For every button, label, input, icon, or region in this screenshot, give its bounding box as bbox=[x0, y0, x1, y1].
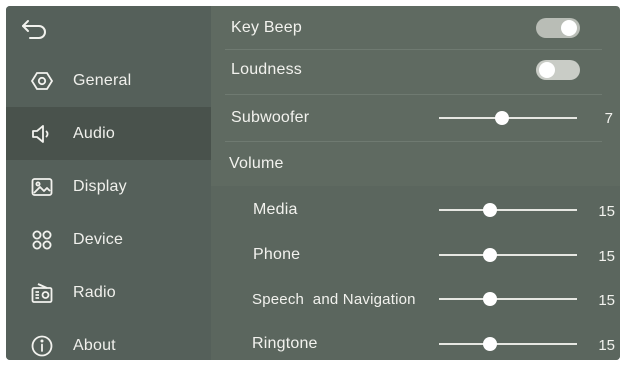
device-icon bbox=[30, 228, 54, 252]
subwoofer-label: Subwoofer bbox=[231, 109, 310, 126]
divider bbox=[225, 141, 602, 142]
ringtone-volume-value: 15 bbox=[598, 337, 615, 354]
sidebar: General Audio Display Device Radio About bbox=[6, 6, 211, 360]
sidebar-item-label: About bbox=[73, 336, 116, 354]
slider-thumb[interactable] bbox=[483, 337, 498, 351]
radio-icon bbox=[30, 281, 54, 305]
speech-navigation-volume-slider[interactable] bbox=[439, 291, 577, 307]
sidebar-item-audio[interactable]: Audio bbox=[6, 107, 211, 160]
sidebar-item-label: Audio bbox=[73, 124, 115, 142]
settings-window: General Audio Display Device Radio About… bbox=[6, 6, 620, 360]
slider-thumb[interactable] bbox=[483, 248, 498, 262]
volume-heading-row: Volume bbox=[211, 150, 620, 178]
slider-thumb[interactable] bbox=[483, 203, 498, 217]
picture-icon bbox=[30, 175, 54, 199]
speaker-icon bbox=[30, 122, 54, 146]
back-arrow-icon bbox=[20, 18, 50, 45]
toggle-knob bbox=[539, 62, 555, 78]
slider-track bbox=[439, 209, 577, 211]
media-volume-value: 15 bbox=[598, 203, 615, 220]
toggle-knob bbox=[561, 20, 577, 36]
sidebar-item-label: Radio bbox=[73, 283, 116, 301]
info-icon bbox=[30, 334, 54, 358]
speech-navigation-label: Speech and Navigation bbox=[252, 290, 416, 308]
divider bbox=[225, 49, 602, 50]
phone-volume-value: 15 bbox=[598, 248, 615, 265]
phone-volume-slider[interactable] bbox=[439, 247, 577, 263]
media-volume-slider[interactable] bbox=[439, 202, 577, 218]
audio-settings-panel: Key Beep Loudness Subwoofer 7 Volume Med… bbox=[211, 6, 620, 360]
ringtone-label: Ringtone bbox=[252, 335, 318, 352]
divider bbox=[225, 94, 602, 95]
media-label: Media bbox=[253, 201, 298, 218]
slider-thumb[interactable] bbox=[495, 111, 510, 125]
sidebar-item-label: Display bbox=[73, 177, 127, 195]
ringtone-volume-slider[interactable] bbox=[439, 336, 577, 352]
sidebar-item-radio[interactable]: Radio bbox=[6, 266, 211, 319]
general-icon bbox=[30, 69, 54, 93]
speech-navigation-volume-value: 15 bbox=[598, 292, 615, 309]
slider-track bbox=[439, 343, 577, 345]
back-button[interactable] bbox=[20, 14, 60, 48]
volume-heading: Volume bbox=[229, 155, 284, 172]
loudness-label: Loudness bbox=[231, 61, 302, 78]
sidebar-item-device[interactable]: Device bbox=[6, 213, 211, 266]
sidebar-item-label: General bbox=[73, 71, 132, 89]
key-beep-label: Key Beep bbox=[231, 19, 302, 36]
sidebar-item-about[interactable]: About bbox=[6, 319, 211, 360]
slider-thumb[interactable] bbox=[483, 292, 498, 306]
sidebar-item-general[interactable]: General bbox=[6, 54, 211, 107]
subwoofer-slider[interactable] bbox=[439, 110, 577, 126]
slider-track bbox=[439, 298, 577, 300]
key-beep-toggle[interactable] bbox=[536, 18, 580, 38]
sidebar-item-display[interactable]: Display bbox=[6, 160, 211, 213]
subwoofer-value: 7 bbox=[604, 110, 613, 127]
loudness-toggle[interactable] bbox=[536, 60, 580, 80]
sidebar-nav: General Audio Display Device Radio About bbox=[6, 54, 211, 360]
phone-label: Phone bbox=[253, 246, 301, 263]
sidebar-item-label: Device bbox=[73, 230, 124, 248]
slider-track bbox=[439, 254, 577, 256]
